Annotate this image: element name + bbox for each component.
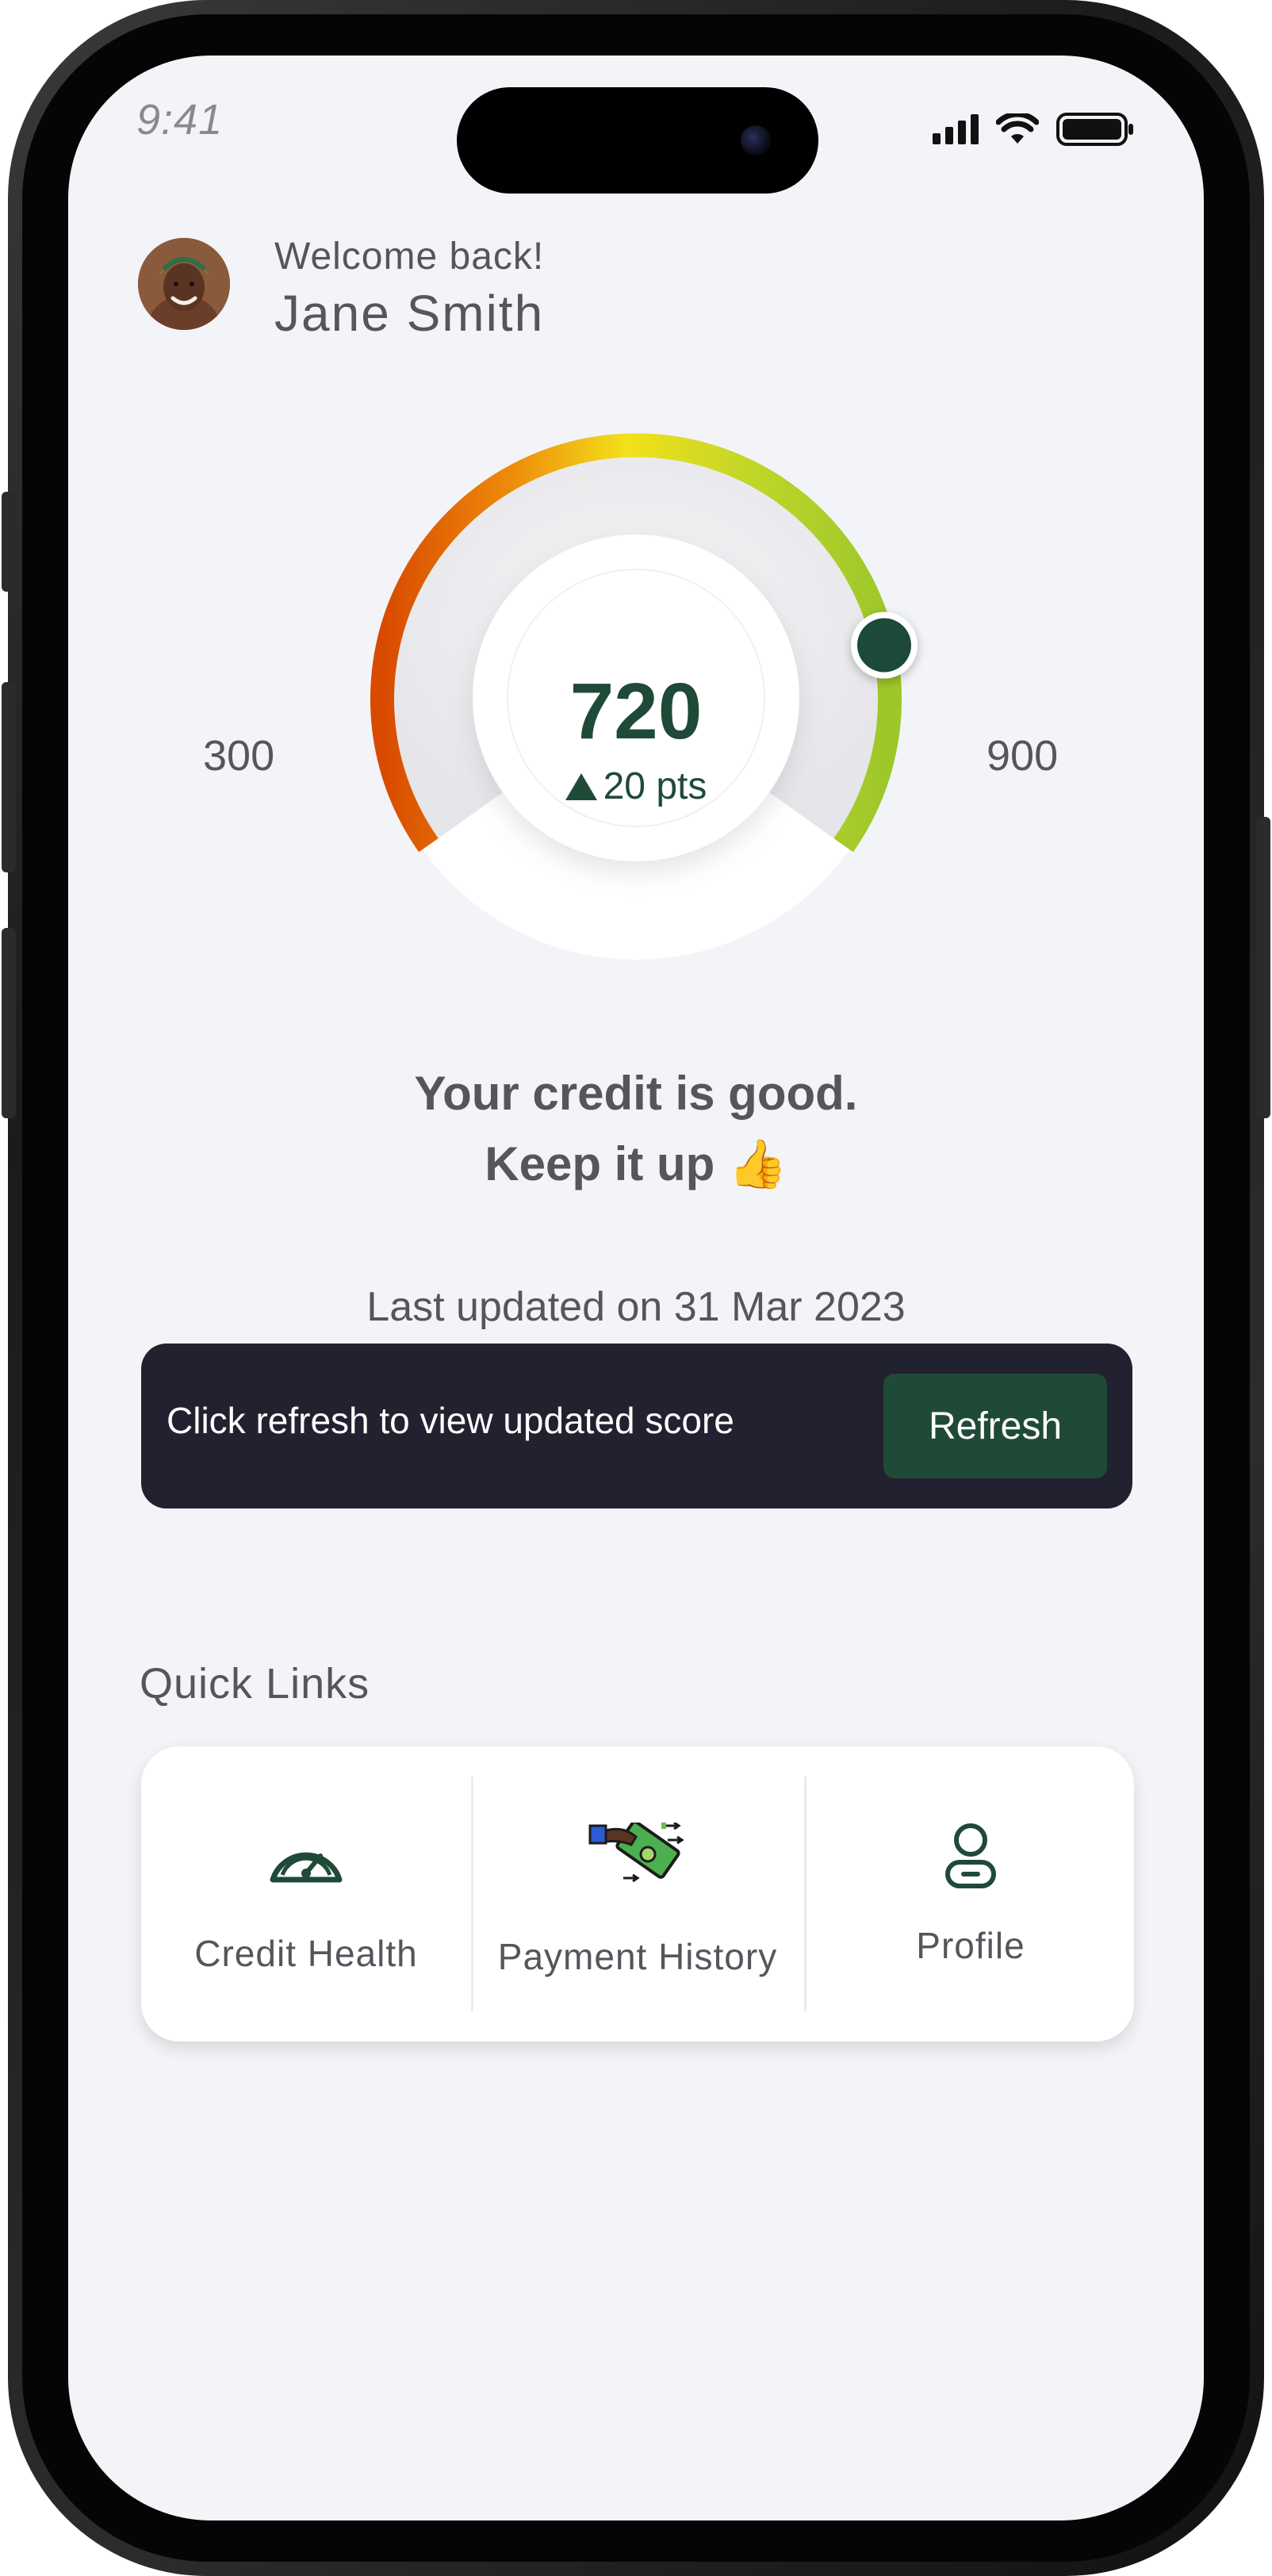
app-screen: 9:41 Welcome back! Jane Smith 300 900 72… [68, 56, 1204, 2520]
credit-score-value: 720 [569, 667, 703, 756]
quick-link-label: Profile [916, 1925, 1025, 1966]
up-triangle-icon [565, 773, 597, 800]
gauge-min-label: 300 [203, 732, 275, 780]
last-updated-text: Last updated on 31 Mar 2023 [366, 1284, 906, 1330]
volume-up-button [2, 682, 16, 872]
quick-link-profile[interactable]: Profile [806, 1746, 1136, 2041]
credit-score-gauge [370, 433, 918, 960]
quick-link-payment-history[interactable]: Payment History [473, 1746, 803, 2041]
refresh-message: Click refresh to view updated score [167, 1400, 734, 1441]
score-change-text: 20 pts [603, 765, 707, 807]
refresh-banner: Click refresh to view updated score Refr… [141, 1344, 1132, 1508]
power-button [1256, 817, 1270, 1118]
quick-link-credit-health[interactable]: Credit Health [141, 1746, 471, 2041]
quick-link-label: Payment History [497, 1936, 778, 1977]
credit-status-line1: Your credit is good. [414, 1067, 858, 1120]
credit-status-line2: Keep it up 👍 [485, 1137, 787, 1190]
speedometer-icon [270, 1852, 343, 1883]
quick-links-title: Quick Links [140, 1660, 370, 1708]
score-change: 20 pts [438, 765, 834, 808]
gauge-marker [851, 611, 918, 679]
quick-links-card: Credit Health Payment History Profile [141, 1746, 1134, 2041]
user-profile-icon [945, 1823, 996, 1888]
refresh-button[interactable]: Refresh [883, 1374, 1107, 1478]
volume-down-button [2, 928, 16, 1118]
action-button [2, 492, 16, 592]
gauge-max-label: 900 [987, 732, 1059, 780]
cash-payment-icon [588, 1823, 684, 1883]
quick-link-label: Credit Health [194, 1933, 418, 1974]
